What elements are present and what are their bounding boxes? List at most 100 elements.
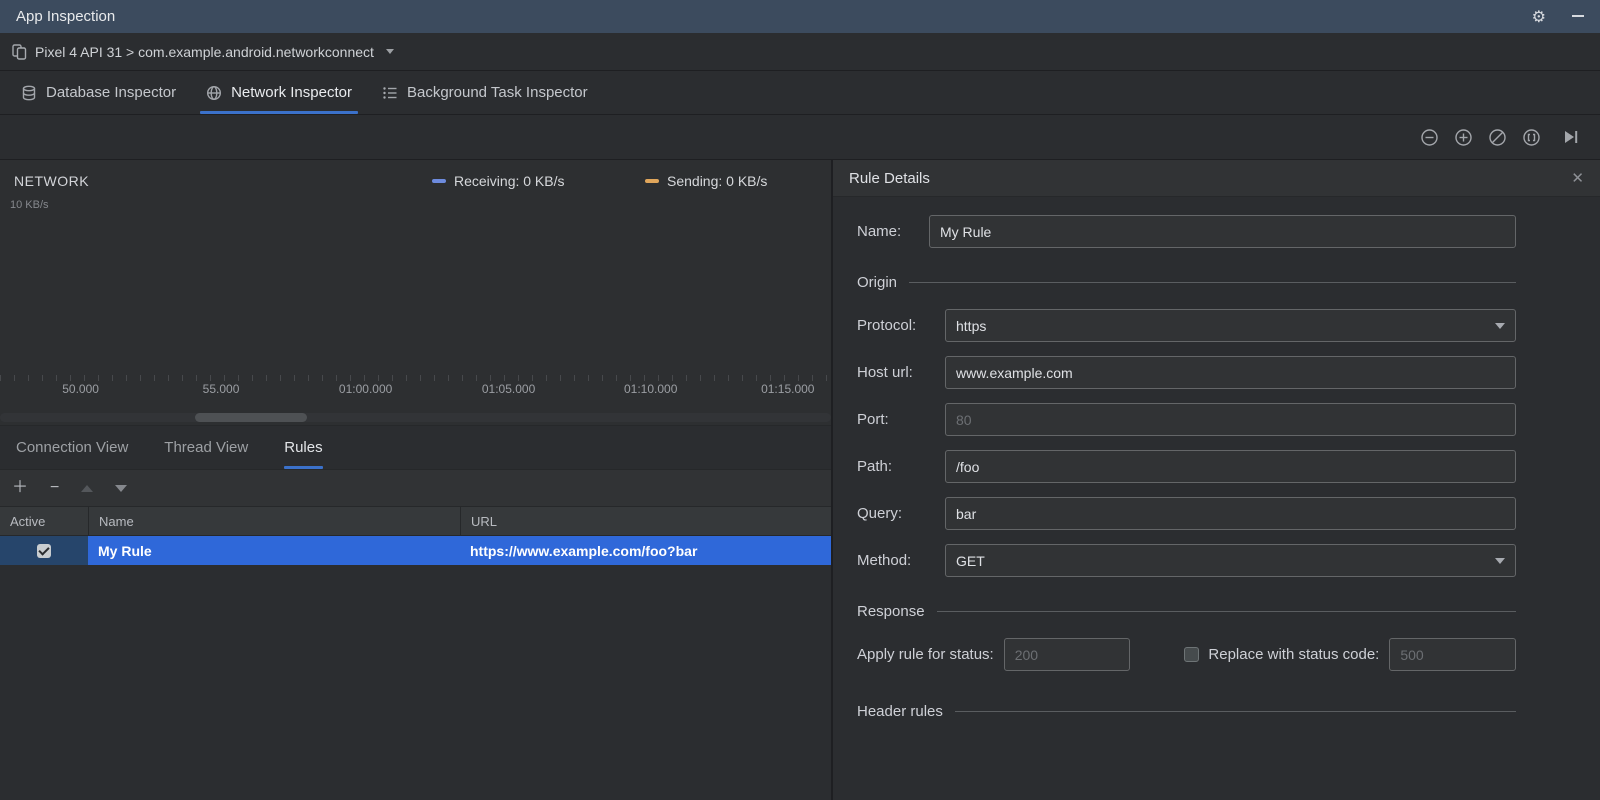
skip-to-end-icon[interactable] bbox=[1562, 128, 1580, 146]
task-list-icon bbox=[383, 86, 397, 99]
column-header-name[interactable]: Name bbox=[88, 507, 460, 535]
tick-label: 01:10.000 bbox=[623, 382, 678, 396]
tick-marks bbox=[0, 375, 831, 381]
network-chart[interactable]: NETWORK 10 KB/s Receiving: 0 KB/s Sendin… bbox=[0, 160, 831, 426]
origin-section-label: Origin bbox=[857, 274, 898, 291]
port-row: Port: bbox=[857, 403, 1516, 436]
rule-active-checkbox[interactable] bbox=[37, 543, 51, 558]
settings-gear-icon[interactable]: ⚙ bbox=[1532, 7, 1546, 27]
method-dropdown[interactable]: GET bbox=[945, 544, 1516, 577]
response-section-header: Response bbox=[857, 603, 1516, 620]
rules-table-empty-area bbox=[0, 565, 831, 800]
receiving-swatch-icon bbox=[432, 179, 446, 183]
header-rules-section-header: Header rules bbox=[857, 703, 1516, 720]
remove-rule-button[interactable]: − bbox=[50, 480, 59, 496]
tab-rules-label: Rules bbox=[284, 439, 323, 456]
reset-zoom-icon[interactable] bbox=[1488, 128, 1507, 147]
device-process-bar: Pixel 4 API 31 > com.example.android.net… bbox=[0, 33, 1600, 71]
chevron-down-icon[interactable] bbox=[385, 49, 394, 54]
rule-active-cell bbox=[0, 536, 88, 565]
rules-toolbar: ＋ − bbox=[0, 470, 831, 507]
port-label: Port: bbox=[857, 411, 889, 428]
window-title: App Inspection bbox=[16, 8, 116, 25]
replace-status-checkbox[interactable] bbox=[1184, 647, 1200, 662]
sending-swatch-icon bbox=[645, 179, 659, 183]
section-divider bbox=[936, 611, 1516, 612]
name-label: Name: bbox=[857, 223, 902, 240]
origin-section-header: Origin bbox=[857, 274, 1516, 291]
tab-network-inspector[interactable]: Network Inspector bbox=[191, 71, 367, 114]
protocol-value: https bbox=[956, 317, 987, 334]
tab-thread-label: Thread View bbox=[164, 439, 249, 456]
chevron-down-icon bbox=[1495, 557, 1505, 564]
query-input[interactable] bbox=[945, 497, 1516, 530]
method-label: Method: bbox=[857, 552, 912, 569]
apply-status-input[interactable] bbox=[1003, 638, 1131, 671]
protocol-label: Protocol: bbox=[857, 317, 917, 334]
database-icon bbox=[22, 85, 36, 100]
query-label: Query: bbox=[857, 505, 903, 522]
network-panel: NETWORK 10 KB/s Receiving: 0 KB/s Sendin… bbox=[0, 160, 833, 800]
add-rule-button[interactable]: ＋ bbox=[12, 480, 28, 496]
scrollbar-thumb[interactable] bbox=[195, 413, 307, 422]
response-section-label: Response bbox=[857, 603, 925, 620]
zoom-to-fit-icon[interactable] bbox=[1522, 128, 1541, 147]
rule-name-cell[interactable]: My Rule bbox=[88, 536, 460, 565]
query-row: Query: bbox=[857, 497, 1516, 530]
method-row: Method: GET bbox=[857, 544, 1516, 577]
name-input[interactable] bbox=[929, 215, 1516, 248]
section-divider bbox=[909, 282, 1516, 283]
host-input[interactable] bbox=[945, 356, 1516, 389]
zoom-in-icon[interactable] bbox=[1454, 128, 1473, 147]
legend-receiving: Receiving: 0 KB/s bbox=[432, 173, 565, 189]
move-up-button[interactable] bbox=[81, 484, 94, 492]
section-divider bbox=[954, 711, 1516, 712]
legend-sending-label: Sending: 0 KB/s bbox=[667, 173, 768, 189]
tab-thread-view[interactable]: Thread View bbox=[164, 426, 248, 469]
tab-database-inspector[interactable]: Database Inspector bbox=[6, 71, 191, 114]
rule-details-panel: Rule Details ✕ Name: Origin Protocol: ht… bbox=[833, 160, 1600, 800]
chart-title: NETWORK bbox=[14, 173, 90, 189]
legend-sending: Sending: 0 KB/s bbox=[645, 173, 767, 189]
tab-connection-label: Connection View bbox=[16, 439, 129, 456]
rule-url-cell[interactable]: https://www.example.com/foo?bar bbox=[460, 536, 831, 565]
path-input[interactable] bbox=[945, 450, 1516, 483]
titlebar: App Inspection ⚙ bbox=[0, 0, 1600, 33]
timeline-axis: 50.000 55.000 01:00.000 01:05.000 01:10.… bbox=[0, 375, 831, 401]
legend-receiving-label: Receiving: 0 KB/s bbox=[454, 173, 565, 189]
replace-status-label: Replace with status code: bbox=[1208, 646, 1380, 663]
tab-rules[interactable]: Rules bbox=[284, 426, 323, 469]
column-header-url[interactable]: URL bbox=[460, 507, 831, 535]
tab-connection-view[interactable]: Connection View bbox=[16, 426, 128, 469]
zoom-out-icon[interactable] bbox=[1420, 128, 1439, 147]
host-label: Host url: bbox=[857, 364, 913, 381]
name-row: Name: bbox=[857, 215, 1516, 248]
move-down-button[interactable] bbox=[115, 484, 128, 492]
protocol-row: Protocol: https bbox=[857, 309, 1516, 342]
chart-y-axis-label: 10 KB/s bbox=[10, 199, 49, 211]
horizontal-scrollbar[interactable] bbox=[0, 413, 831, 422]
host-row: Host url: bbox=[857, 356, 1516, 389]
rule-details-title: Rule Details bbox=[849, 169, 930, 187]
tick-label: 01:05.000 bbox=[481, 382, 536, 396]
rules-table-header: Active Name URL bbox=[0, 507, 831, 536]
minimize-icon[interactable] bbox=[1572, 14, 1584, 17]
rule-details-header: Rule Details ✕ bbox=[833, 160, 1600, 197]
protocol-dropdown[interactable]: https bbox=[945, 309, 1516, 342]
apply-status-label: Apply rule for status: bbox=[857, 646, 994, 663]
column-header-active[interactable]: Active bbox=[0, 514, 88, 529]
port-input[interactable] bbox=[945, 403, 1516, 436]
method-value: GET bbox=[956, 552, 985, 569]
tab-database-label: Database Inspector bbox=[46, 84, 177, 101]
close-icon[interactable]: ✕ bbox=[1571, 169, 1584, 187]
device-process-selector[interactable]: Pixel 4 API 31 > com.example.android.net… bbox=[35, 44, 374, 60]
tab-background-label: Background Task Inspector bbox=[406, 84, 588, 101]
path-row: Path: bbox=[857, 450, 1516, 483]
replace-status-input[interactable] bbox=[1389, 638, 1517, 671]
header-rules-section-label: Header rules bbox=[857, 703, 943, 720]
path-label: Path: bbox=[857, 458, 893, 475]
profiler-toolbar bbox=[0, 115, 1600, 160]
table-row[interactable]: My Rule https://www.example.com/foo?bar bbox=[0, 536, 831, 565]
app-inspection-window: App Inspection ⚙ Pixel 4 API 31 > com.ex… bbox=[0, 0, 1600, 800]
tab-background-task-inspector[interactable]: Background Task Inspector bbox=[367, 71, 603, 114]
